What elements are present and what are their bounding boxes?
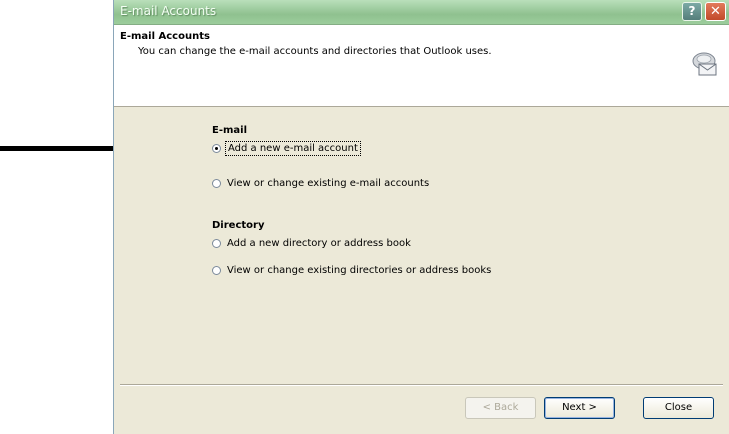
option-label: View or change existing directories or a… xyxy=(227,264,492,276)
option-add-email-account[interactable]: Add a new e-mail account xyxy=(212,140,361,156)
email-accounts-icon xyxy=(692,52,717,76)
window-title: E-mail Accounts xyxy=(120,4,217,18)
option-label: View or change existing e-mail accounts xyxy=(227,177,430,189)
radio-add-email-account[interactable] xyxy=(212,143,221,153)
option-add-directory[interactable]: Add a new directory or address book xyxy=(212,235,411,251)
radio-add-directory[interactable] xyxy=(212,238,221,248)
close-button[interactable]: Close xyxy=(643,397,714,419)
header-title: E-mail Accounts xyxy=(120,31,210,42)
back-button[interactable]: < Back xyxy=(465,397,536,419)
title-bar[interactable]: E-mail Accounts ? ✕ xyxy=(114,0,729,25)
header-description: You can change the e-mail accounts and d… xyxy=(138,46,492,57)
email-accounts-dialog: E-mail Accounts ? ✕ E-mail Accounts You … xyxy=(113,0,729,434)
next-button[interactable]: Next > xyxy=(544,397,615,419)
footer-separator xyxy=(120,384,723,386)
option-view-email-accounts[interactable]: View or change existing e-mail accounts xyxy=(212,175,429,191)
option-view-directories[interactable]: View or change existing directories or a… xyxy=(212,262,491,278)
option-label: Add a new directory or address book xyxy=(227,237,411,249)
email-group-label: E-mail xyxy=(212,125,248,136)
header-panel: E-mail Accounts You can change the e-mai… xyxy=(114,25,729,107)
option-label: Add a new e-mail account xyxy=(225,140,361,156)
radio-view-directories[interactable] xyxy=(212,265,221,275)
directory-group-label: Directory xyxy=(212,220,265,231)
help-button[interactable]: ? xyxy=(682,2,702,21)
close-window-button[interactable]: ✕ xyxy=(705,2,726,21)
radio-view-email-accounts[interactable] xyxy=(212,178,221,188)
